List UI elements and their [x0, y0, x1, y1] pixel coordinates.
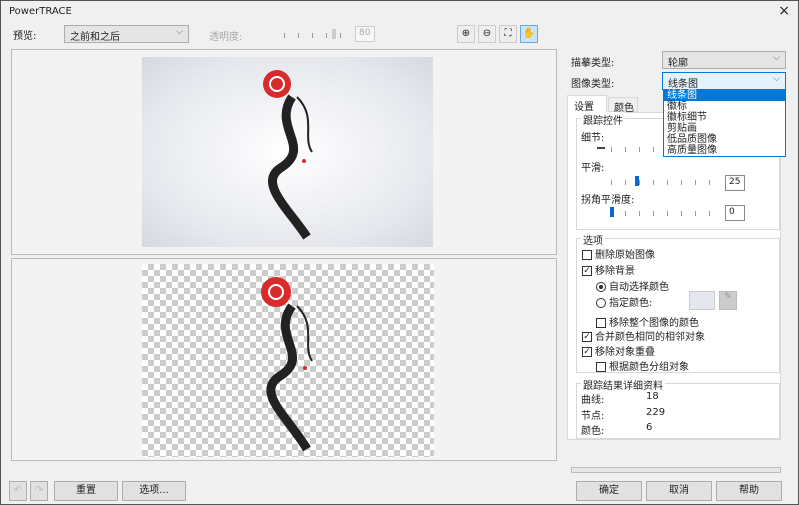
chevron-down-icon: ⌵ [773, 53, 780, 63]
trace-type-label: 描摹类型: [571, 58, 615, 69]
checkbox[interactable] [596, 318, 606, 328]
image-type-dropdown[interactable]: 线条图 徽标 徽标细节 剪贴画 低品质图像 高质量图像 [663, 89, 786, 157]
radio-label: 自动选择颜色 [609, 282, 669, 293]
checkbox-label: 移除对象重叠 [595, 347, 655, 358]
traced-image [142, 264, 434, 457]
option-line-art[interactable]: 线条图 [664, 90, 785, 101]
remove-bg-checkbox[interactable]: ✓ 移除背景 [582, 262, 635, 277]
smooth-input[interactable]: 25 [725, 175, 745, 191]
auto-color-radio[interactable]: 自动选择颜色 [596, 278, 669, 293]
radio-selected[interactable] [596, 282, 606, 292]
colors-value: 6 [646, 422, 653, 433]
option-clipart[interactable]: 剪贴画 [664, 123, 785, 134]
preview-value: 之前和之后 [70, 32, 120, 43]
curves-label: 曲线: [581, 395, 605, 406]
options-button[interactable]: 选项... [122, 481, 186, 501]
redo-button[interactable]: ↷ [30, 481, 48, 501]
ok-button[interactable]: 确定 [576, 481, 642, 501]
before-preview[interactable] [11, 49, 557, 255]
group-by-color-checkbox[interactable]: 根据颜色分组对象 [596, 358, 689, 373]
slider-thumb[interactable] [635, 176, 639, 186]
radio-label: 指定颜色: [609, 298, 653, 309]
undo-button[interactable]: ↶ [9, 481, 27, 501]
colors-label: 颜色: [581, 426, 605, 437]
minus-icon [597, 147, 605, 149]
curves-value: 18 [646, 391, 659, 402]
detail-label: 细节: [581, 133, 605, 144]
zoom-in-icon[interactable]: ⊕ [457, 25, 475, 43]
transparency-input[interactable]: 80 [355, 26, 375, 42]
image-type-label: 图像类型: [571, 79, 615, 90]
close-icon[interactable]: × [778, 3, 790, 19]
trace-type-value: 轮廓 [668, 58, 688, 69]
zoom-out-icon[interactable]: ⊖ [478, 25, 496, 43]
fit-icon[interactable]: ⛶ [499, 25, 517, 43]
corner-label: 拐角平滑度: [581, 195, 635, 206]
checkbox-checked[interactable]: ✓ [582, 347, 592, 357]
cancel-button[interactable]: 取消 [646, 481, 712, 501]
radio[interactable] [596, 298, 606, 308]
progress-bar [571, 467, 781, 473]
corner-input[interactable]: 0 [725, 205, 745, 221]
delete-original-checkbox[interactable]: 删除原始图像 [582, 246, 655, 261]
original-image [142, 57, 433, 247]
option-low-quality[interactable]: 低品质图像 [664, 134, 785, 145]
trace-controls-title: 跟踪控件 [581, 112, 625, 127]
smooth-label: 平滑: [581, 163, 605, 174]
nodes-value: 229 [646, 407, 666, 418]
image-type-select[interactable]: 线条图 ⌵ [662, 72, 786, 90]
checkbox-label: 移除背景 [595, 266, 635, 277]
tab-settings[interactable]: 设置 [567, 95, 607, 113]
option-detailed-logo[interactable]: 徽标细节 [664, 112, 785, 123]
option-logo[interactable]: 徽标 [664, 101, 785, 112]
results-title: 跟踪结果详细资料 [581, 377, 665, 392]
checkbox-label: 根据颜色分组对象 [609, 362, 689, 373]
slider-thumb[interactable] [332, 29, 336, 39]
remove-whole-checkbox[interactable]: 移除整个图像的颜色 [596, 314, 699, 329]
transparency-label: 透明度: [209, 32, 243, 43]
nodes-label: 节点: [581, 411, 605, 422]
smooth-slider[interactable] [611, 176, 721, 186]
specify-color-radio[interactable]: 指定颜色: [596, 294, 652, 309]
checkbox[interactable] [582, 250, 592, 260]
checkbox-checked[interactable]: ✓ [582, 266, 592, 276]
window-title: PowerTRACE [9, 6, 72, 17]
checkbox[interactable] [596, 362, 606, 372]
checkbox-label: 合并颜色相同的相邻对象 [595, 332, 705, 343]
chevron-down-icon: ⌵ [176, 27, 183, 37]
reset-button[interactable]: 重置 [54, 481, 118, 501]
merge-adjacent-checkbox[interactable]: ✓ 合并颜色相同的相邻对象 [582, 328, 705, 343]
option-high-quality[interactable]: 高质量图像 [664, 145, 785, 156]
preview-label: 预览: [13, 31, 37, 42]
transparency-slider[interactable] [284, 29, 348, 39]
checkbox-checked[interactable]: ✓ [582, 332, 592, 342]
tab-color[interactable]: 颜色 [608, 97, 638, 114]
remove-overlap-checkbox[interactable]: ✓ 移除对象重叠 [582, 343, 655, 358]
trace-type-select[interactable]: 轮廓 ⌵ [662, 51, 786, 69]
after-preview[interactable] [11, 258, 557, 461]
color-swatch[interactable] [689, 291, 715, 310]
preview-select[interactable]: 之前和之后 ⌵ [64, 25, 189, 43]
corner-slider[interactable] [610, 207, 721, 217]
slider-thumb[interactable] [610, 207, 614, 217]
checkbox-label: 删除原始图像 [595, 250, 655, 261]
chevron-down-icon: ⌵ [773, 74, 780, 84]
pan-hand-icon[interactable]: ✋ [520, 25, 538, 43]
help-button[interactable]: 帮助 [716, 481, 782, 501]
eyedropper-icon[interactable]: ✎ [719, 291, 737, 310]
options-title: 选项 [581, 232, 605, 247]
